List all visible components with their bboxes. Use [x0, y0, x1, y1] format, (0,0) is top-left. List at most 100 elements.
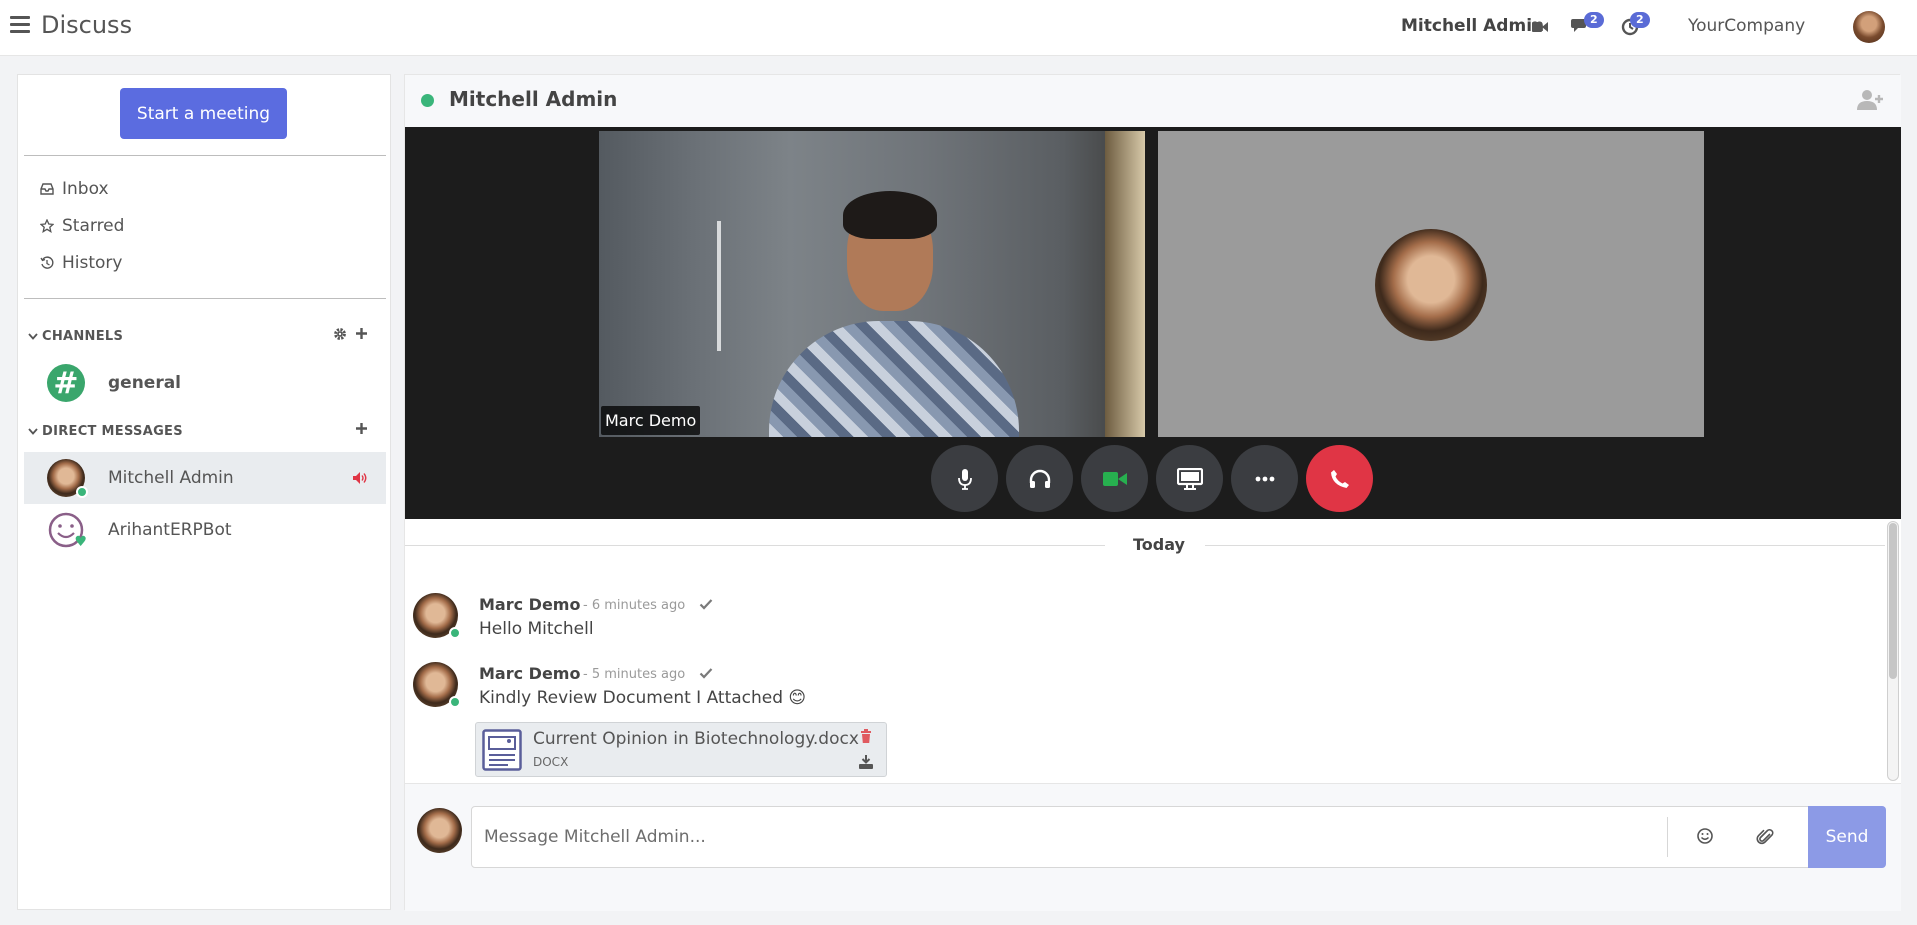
- menu-icon[interactable]: [10, 16, 30, 34]
- divider: [24, 155, 386, 156]
- dm-name: ArihantERPBot: [108, 520, 232, 540]
- author-avatar[interactable]: [413, 662, 461, 708]
- sidebar-item-starred[interactable]: Starred: [38, 211, 124, 241]
- background-wall: [1105, 131, 1145, 437]
- microphone-icon: [957, 468, 972, 490]
- start-meeting-button[interactable]: Start a meeting: [120, 88, 287, 139]
- category-title: DIRECT MESSAGES: [42, 423, 183, 439]
- direct-messages-category-header[interactable]: DIRECT MESSAGES: [24, 420, 386, 442]
- add-user-icon[interactable]: [1857, 89, 1883, 111]
- message[interactable]: Marc Demo - 6 minutes ago Hello Mitchell: [413, 593, 1873, 643]
- download-icon[interactable]: [858, 755, 874, 769]
- category-title: CHANNELS: [42, 328, 124, 344]
- dm-name: Mitchell Admin: [108, 468, 234, 488]
- sidebar-item-label: Starred: [62, 216, 125, 236]
- thread-view: Mitchell Admin Marc Demo Today Marc Demo…: [404, 74, 1901, 911]
- attachment-card[interactable]: Current Opinion in Biotechnology.docx DO…: [475, 722, 887, 777]
- divider: [1205, 545, 1885, 546]
- add-chat-icon[interactable]: [355, 422, 368, 435]
- more-options-icon: [1255, 476, 1274, 481]
- call-controls: [931, 445, 1373, 512]
- thread-title: Mitchell Admin: [449, 87, 618, 111]
- call-user-name[interactable]: Mitchell Admin: [1401, 16, 1544, 36]
- gear-icon[interactable]: [333, 327, 347, 341]
- participant-body: [769, 321, 1019, 437]
- top-navbar: Discuss Mitchell Admin 2 2 YourCompany: [0, 0, 1917, 56]
- message-date: - 6 minutes ago: [583, 598, 686, 613]
- check-icon: [699, 668, 713, 679]
- paperclip-icon[interactable]: [1754, 825, 1776, 847]
- star-icon: [38, 219, 56, 233]
- online-status-dot: [449, 627, 461, 639]
- trash-icon[interactable]: [860, 729, 872, 743]
- attachment-extension: DOCX: [533, 755, 569, 769]
- day-separator: Today: [405, 535, 1885, 555]
- attachment-name[interactable]: Current Opinion in Biotechnology.docx: [533, 729, 859, 749]
- message-author[interactable]: Marc Demo: [479, 664, 580, 683]
- composer-box: Send: [471, 806, 1886, 868]
- app-title: Discuss: [41, 11, 133, 39]
- participant-avatar-tile[interactable]: [1158, 131, 1704, 437]
- online-status-dot: [421, 94, 434, 107]
- sidebar-item-inbox[interactable]: Inbox: [38, 174, 109, 204]
- divider: [405, 545, 1105, 546]
- message-list-scrollbar[interactable]: [1887, 521, 1899, 781]
- call-view: Marc Demo: [405, 127, 1901, 519]
- screen-share-icon: [1176, 467, 1203, 490]
- heart-status-icon: ♥: [74, 534, 87, 550]
- sidebar-item-mitchell-admin[interactable]: Mitchell Admin: [24, 452, 386, 504]
- thread-header: Mitchell Admin: [405, 75, 1901, 127]
- headphones-icon: [1029, 469, 1050, 488]
- channels-category-header[interactable]: CHANNELS: [24, 325, 386, 347]
- message-author[interactable]: Marc Demo: [479, 595, 580, 614]
- message-composer: Send: [405, 783, 1901, 911]
- screen-share-button[interactable]: [1156, 445, 1223, 512]
- video-camera-icon[interactable]: [1532, 20, 1548, 34]
- user-avatar[interactable]: [1853, 11, 1885, 43]
- company-switcher[interactable]: YourCompany: [1688, 16, 1805, 36]
- send-button[interactable]: Send: [1808, 806, 1886, 868]
- hash-icon: #: [47, 364, 85, 402]
- composer-avatar: [417, 808, 462, 853]
- more-options-button[interactable]: [1231, 445, 1298, 512]
- online-status-dot: [449, 696, 461, 708]
- add-channel-icon[interactable]: [355, 327, 368, 340]
- activity-count-badge: 2: [1630, 12, 1650, 28]
- chevron-down-icon: [24, 332, 42, 340]
- online-status-dot: [76, 486, 88, 498]
- microphone-button[interactable]: [931, 445, 998, 512]
- discuss-sidebar: Start a meeting Inbox Starred History CH…: [17, 74, 391, 910]
- bot-avatar: ♥: [47, 511, 87, 550]
- day-separator-label: Today: [1119, 535, 1199, 554]
- avatar: [47, 459, 88, 498]
- sidebar-item-history[interactable]: History: [38, 248, 122, 278]
- headphones-button[interactable]: [1006, 445, 1073, 512]
- message-date: - 5 minutes ago: [583, 667, 686, 682]
- message-body: Hello Mitchell: [479, 619, 594, 639]
- sidebar-item-general[interactable]: # general: [24, 357, 386, 409]
- participant-hair: [843, 191, 937, 239]
- check-icon: [699, 599, 713, 610]
- chevron-down-icon: [24, 427, 42, 435]
- sidebar-item-arihanterpbot[interactable]: ♥ ArihantERPBot: [24, 504, 386, 556]
- message-body: Kindly Review Document I Attached 😊: [479, 688, 807, 708]
- background-door-handle: [717, 221, 721, 351]
- author-avatar[interactable]: [413, 593, 461, 639]
- participant-avatar: [1375, 229, 1487, 341]
- emoji-icon[interactable]: [1694, 825, 1716, 847]
- divider: [24, 298, 386, 299]
- hang-up-icon: [1330, 469, 1349, 488]
- sidebar-item-label: Inbox: [62, 179, 109, 199]
- channel-name: general: [108, 373, 182, 393]
- participant-video-tile[interactable]: Marc Demo: [599, 131, 1145, 437]
- speaker-volume-icon: [353, 472, 367, 484]
- message-list[interactable]: Today Marc Demo - 6 minutes ago Hello Mi…: [405, 519, 1901, 783]
- hang-up-button[interactable]: [1306, 445, 1373, 512]
- message-input[interactable]: [472, 807, 1666, 867]
- sidebar-item-label: History: [62, 253, 123, 273]
- scrollbar-thumb[interactable]: [1889, 523, 1897, 679]
- inbox-icon: [38, 183, 56, 195]
- camera-toggle-button[interactable]: [1081, 445, 1148, 512]
- history-icon: [38, 256, 56, 270]
- message[interactable]: Marc Demo - 5 minutes ago Kindly Review …: [413, 662, 1873, 782]
